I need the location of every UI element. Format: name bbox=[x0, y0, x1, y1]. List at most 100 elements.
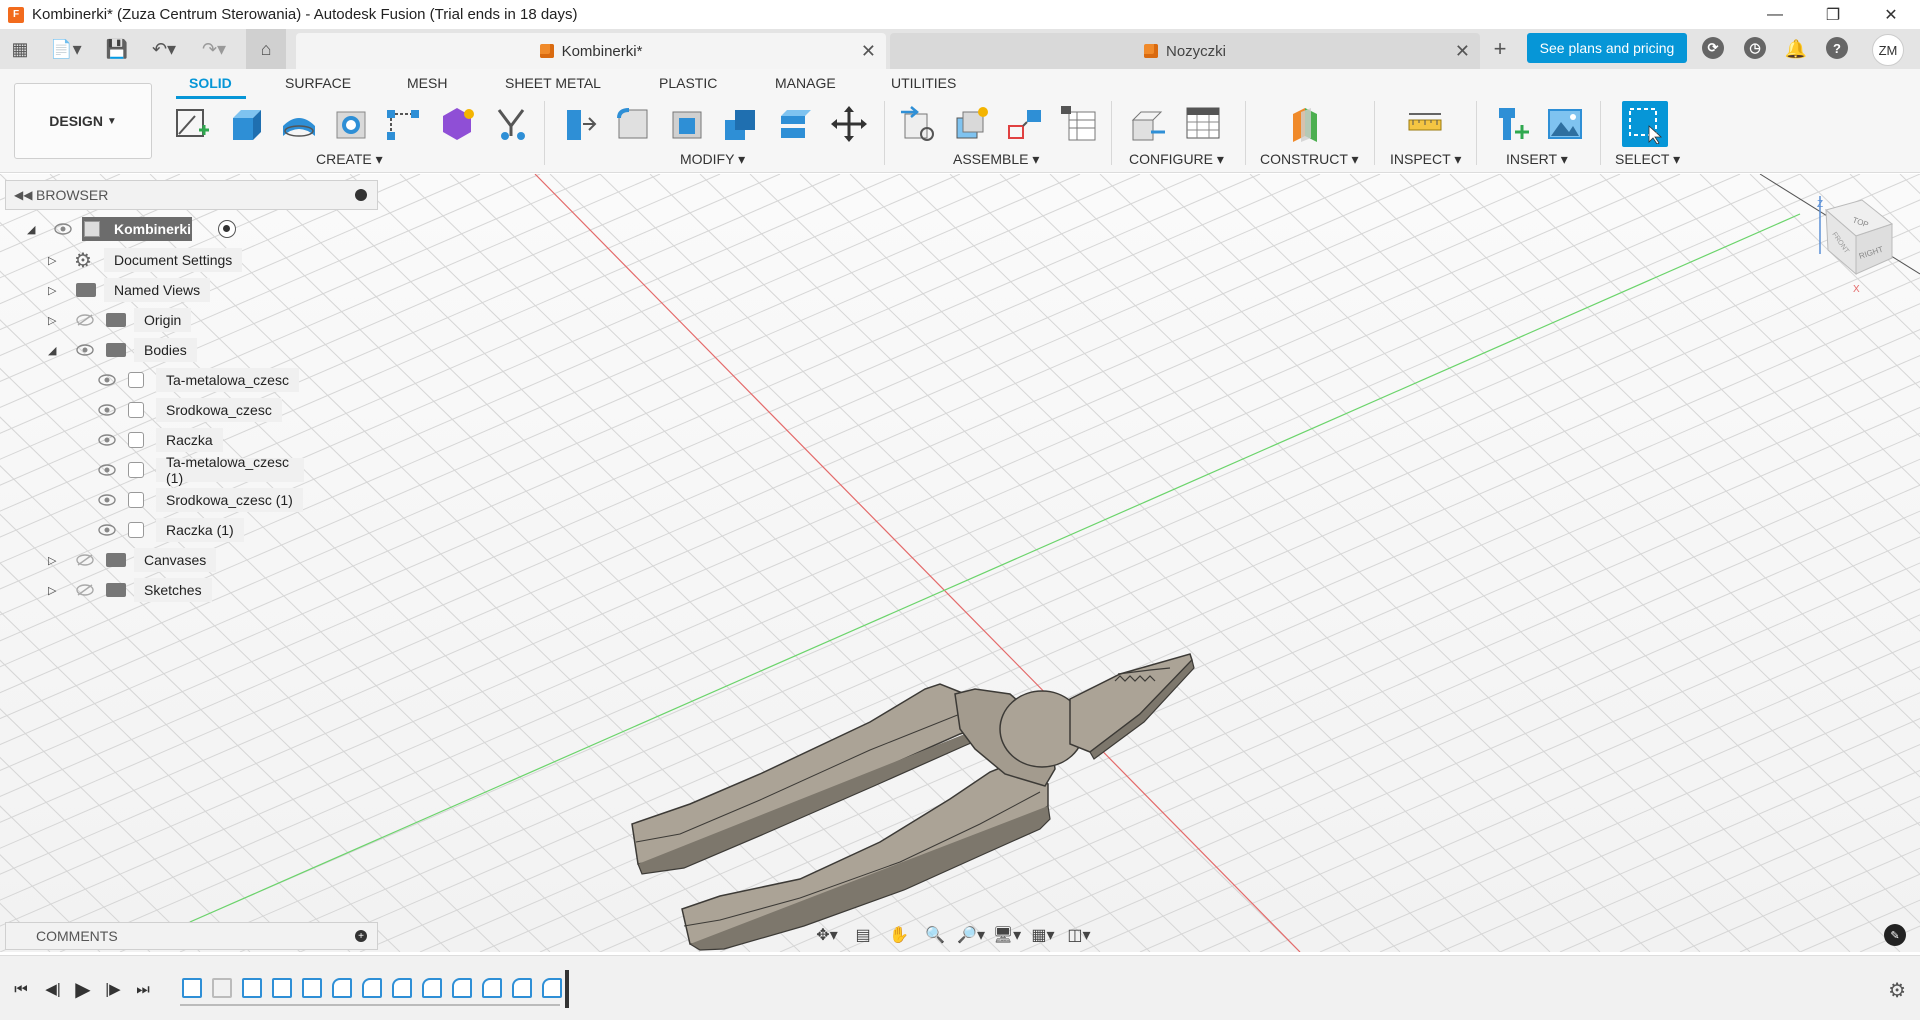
tree-item-body[interactable]: Srodkowa_czesc (1) bbox=[24, 487, 304, 513]
collapsed-triangle-icon[interactable]: ▷ bbox=[48, 584, 56, 597]
feedback-icon[interactable]: ✎ bbox=[1884, 924, 1906, 946]
orbit-icon[interactable]: ✥▾ bbox=[812, 922, 842, 948]
minimize-icon[interactable]: — bbox=[1746, 0, 1804, 29]
hidden-eye-icon[interactable] bbox=[74, 581, 96, 599]
group-modify[interactable]: MODIFY ▾ bbox=[680, 151, 745, 168]
collapsed-triangle-icon[interactable]: ▷ bbox=[48, 254, 56, 267]
history-icon[interactable]: ◷ bbox=[1744, 37, 1766, 59]
fit-icon[interactable]: 🔎▾ bbox=[956, 922, 986, 948]
collapsed-triangle-icon[interactable]: ▷ bbox=[48, 554, 56, 567]
hole-icon[interactable] bbox=[328, 101, 374, 147]
group-create[interactable]: CREATE ▾ bbox=[316, 151, 383, 168]
group-select[interactable]: SELECT ▾ bbox=[1615, 151, 1680, 168]
timeline-feature-icon[interactable] bbox=[362, 978, 382, 998]
canvas-grid[interactable]: Z X TOP RIGHT FRONT bbox=[0, 174, 1920, 952]
combine-icon[interactable] bbox=[718, 101, 764, 147]
split-body-icon[interactable] bbox=[772, 101, 818, 147]
expanded-triangle-icon[interactable]: ◢ bbox=[48, 344, 56, 357]
group-construct[interactable]: CONSTRUCT ▾ bbox=[1260, 151, 1359, 168]
form-icon[interactable] bbox=[434, 101, 480, 147]
notifications-icon[interactable]: 🔔 bbox=[1782, 29, 1810, 69]
configuration-table-icon[interactable] bbox=[1180, 101, 1226, 147]
press-pull-icon[interactable] bbox=[556, 101, 602, 147]
viewports-icon[interactable]: ◫▾ bbox=[1064, 922, 1094, 948]
tab-surface[interactable]: SURFACE bbox=[285, 75, 351, 91]
tree-item-canvases[interactable]: ▷ Canvases bbox=[24, 547, 254, 573]
save-icon[interactable]: 💾 bbox=[104, 29, 130, 69]
close-icon[interactable]: ✕ bbox=[1862, 0, 1920, 29]
tree-item-body[interactable]: Srodkowa_czesc bbox=[24, 397, 304, 423]
tab-plastic[interactable]: PLASTIC bbox=[659, 75, 717, 91]
collapsed-triangle-icon[interactable]: ▷ bbox=[48, 314, 56, 327]
tree-item-body[interactable]: Raczka bbox=[24, 427, 304, 453]
tree-item-sketches[interactable]: ▷ Sketches bbox=[24, 577, 254, 603]
restore-icon[interactable]: ❐ bbox=[1804, 0, 1862, 29]
go-to-start-icon[interactable]: ⏮ bbox=[10, 978, 32, 1000]
step-forward-icon[interactable]: |▶ bbox=[102, 978, 124, 1000]
hidden-eye-icon[interactable] bbox=[74, 551, 96, 569]
revolve-icon[interactable] bbox=[276, 101, 322, 147]
home-icon[interactable]: ⌂ bbox=[246, 29, 286, 69]
comments-panel[interactable]: COMMENTS + bbox=[5, 922, 378, 950]
pan-icon[interactable]: ✋ bbox=[884, 922, 914, 948]
extrude-icon[interactable] bbox=[222, 101, 268, 147]
collapsed-triangle-icon[interactable]: ▷ bbox=[48, 284, 56, 297]
collapse-panel-icon[interactable]: ◀◀ bbox=[14, 188, 32, 202]
timeline-feature-icon[interactable] bbox=[542, 978, 562, 998]
help-icon[interactable]: ? bbox=[1826, 37, 1848, 59]
group-inspect[interactable]: INSPECT ▾ bbox=[1390, 151, 1461, 168]
grid-settings-icon[interactable]: ▦▾ bbox=[1028, 922, 1058, 948]
measure-icon[interactable] bbox=[1402, 101, 1448, 147]
insert-canvas-icon[interactable] bbox=[1542, 101, 1588, 147]
tree-item-body[interactable]: Ta-metalowa_czesc bbox=[24, 367, 304, 393]
visibility-eye-icon[interactable] bbox=[96, 521, 118, 539]
activate-radio-icon[interactable] bbox=[218, 220, 236, 238]
group-insert[interactable]: INSERT ▾ bbox=[1506, 151, 1568, 168]
see-plans-button[interactable]: See plans and pricing bbox=[1527, 33, 1687, 63]
new-component-icon[interactable] bbox=[896, 101, 942, 147]
insert-mcmaster-icon[interactable] bbox=[1490, 101, 1536, 147]
tree-item-body[interactable]: Ta-metalowa_czesc (1) bbox=[24, 454, 304, 486]
tree-item-named-views[interactable]: ▷ Named Views bbox=[24, 277, 254, 303]
tab-kombinerki[interactable]: Kombinerki* ✕ bbox=[296, 33, 886, 69]
timeline-feature-icon[interactable] bbox=[302, 978, 322, 998]
tab-manage[interactable]: MANAGE bbox=[775, 75, 836, 91]
display-settings-icon[interactable]: 🖥▾ bbox=[992, 922, 1022, 948]
timeline-marker[interactable] bbox=[565, 970, 569, 1008]
group-assemble[interactable]: ASSEMBLE ▾ bbox=[953, 151, 1039, 168]
configure-part-icon[interactable] bbox=[1124, 101, 1170, 147]
timeline-track[interactable] bbox=[180, 1004, 560, 1006]
minimize-panel-icon[interactable] bbox=[355, 189, 367, 201]
timeline-settings-icon[interactable]: ⚙ bbox=[1888, 978, 1906, 1003]
timeline-feature-icon[interactable] bbox=[452, 978, 472, 998]
create-sketch-icon[interactable] bbox=[168, 101, 214, 147]
derive-icon[interactable] bbox=[488, 101, 534, 147]
timeline-feature-icon[interactable] bbox=[212, 978, 232, 998]
visibility-eye-icon[interactable] bbox=[52, 220, 74, 238]
tab-utilities[interactable]: UTILITIES bbox=[891, 75, 956, 91]
undo-icon[interactable]: ↶▾ bbox=[144, 29, 184, 69]
3d-viewport[interactable]: Z X TOP RIGHT FRONT ✎ bbox=[0, 174, 1920, 952]
move-icon[interactable] bbox=[826, 101, 872, 147]
bom-table-icon[interactable] bbox=[1056, 101, 1102, 147]
expanded-triangle-icon[interactable]: ◢ bbox=[27, 223, 35, 236]
job-status-icon[interactable]: ⟳ bbox=[1702, 37, 1724, 59]
zoom-icon[interactable]: 🔍 bbox=[920, 922, 950, 948]
tree-item-document-settings[interactable]: ▷ ⚙ Document Settings bbox=[24, 247, 254, 273]
file-menu-icon[interactable]: 📄▾ bbox=[46, 29, 86, 69]
visibility-eye-icon[interactable] bbox=[96, 491, 118, 509]
step-back-icon[interactable]: ◀| bbox=[42, 978, 64, 1000]
group-configure[interactable]: CONFIGURE ▾ bbox=[1129, 151, 1224, 168]
redo-icon[interactable]: ↷▾ bbox=[194, 29, 234, 69]
select-icon[interactable] bbox=[1622, 101, 1668, 147]
tree-item-body[interactable]: Raczka (1) bbox=[24, 517, 304, 543]
tab-sheet-metal[interactable]: SHEET METAL bbox=[505, 75, 601, 91]
close-tab-icon[interactable]: ✕ bbox=[861, 41, 876, 62]
visibility-eye-icon[interactable] bbox=[96, 461, 118, 479]
tab-solid[interactable]: SOLID bbox=[189, 75, 232, 91]
look-at-icon[interactable]: ▤ bbox=[848, 922, 878, 948]
tree-item-bodies[interactable]: ◢ Bodies bbox=[24, 337, 254, 363]
timeline-feature-icon[interactable] bbox=[482, 978, 502, 998]
close-tab-icon[interactable]: ✕ bbox=[1455, 41, 1470, 62]
visibility-eye-icon[interactable] bbox=[96, 401, 118, 419]
